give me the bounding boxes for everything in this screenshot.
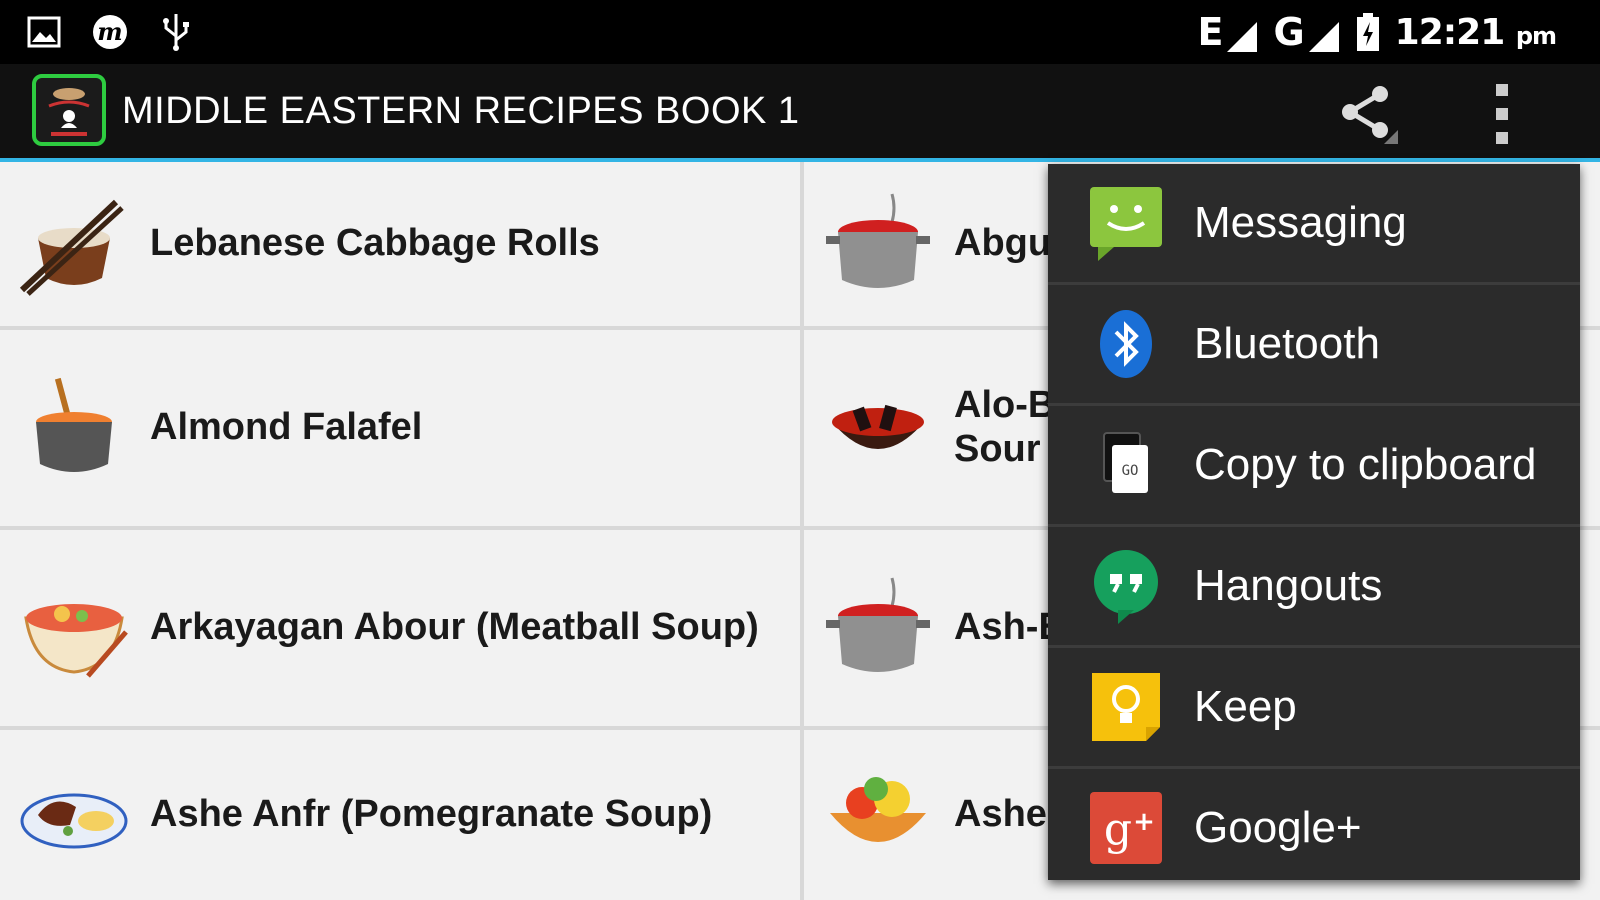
chef-logo-icon[interactable]	[32, 74, 106, 146]
recipe-label: Abgu	[954, 222, 1052, 265]
svg-text:+: +	[1133, 807, 1155, 837]
recipe-label: Ashe	[954, 793, 1047, 836]
share-menu-item-google-plus[interactable]: g + Google+	[1048, 769, 1580, 887]
google-plus-icon: g +	[1090, 792, 1162, 864]
recipe-label-line: Alo-B	[954, 384, 1056, 427]
cooking-pot-icon	[826, 193, 930, 288]
overflow-menu-button[interactable]	[1490, 84, 1514, 144]
noodle-bowl-icon	[24, 604, 128, 678]
share-menu-item-bluetooth[interactable]: Bluetooth	[1048, 285, 1580, 406]
bluetooth-icon	[1100, 310, 1152, 378]
status-bar: m E G 12:21 pm	[0, 0, 1600, 64]
overflow-dot	[1496, 132, 1508, 144]
pot-icon	[36, 377, 112, 472]
recipe-label: Lebanese Cabbage Rolls	[150, 222, 600, 265]
share-menu-item-messaging[interactable]: Messaging	[1048, 164, 1580, 285]
network-type-label: G	[1273, 10, 1305, 54]
share-menu-item-copy-to-clipboard[interactable]: GO Copy to clipboard	[1048, 406, 1580, 527]
share-menu: Messaging Bluetooth GO Copy to clipboard…	[1048, 164, 1580, 880]
plate-icon	[20, 793, 128, 849]
recipe-item[interactable]: Lebanese Cabbage Rolls	[0, 162, 804, 330]
network-type-label: E	[1197, 10, 1224, 54]
cooking-pot-icon	[826, 577, 930, 672]
overflow-dot	[1496, 84, 1508, 96]
bowl-chopsticks-icon	[19, 199, 124, 296]
grill-wok-icon	[832, 404, 924, 449]
recipe-label-line: Sour	[954, 428, 1041, 470]
recipe-label: Arkayagan Abour (Meatball Soup)	[150, 606, 759, 649]
clock-ampm: pm	[1515, 21, 1557, 50]
recipe-label: Ashe Anfr (Pomegranate Soup)	[150, 793, 713, 836]
svg-text:g: g	[1104, 804, 1132, 855]
signal-icon	[1227, 22, 1258, 52]
share-menu-item-label: Bluetooth	[1194, 319, 1380, 368]
overflow-dot	[1496, 108, 1508, 120]
action-bar: MIDDLE EASTERN RECIPES BOOK 1	[0, 64, 1600, 162]
gallery-icon	[24, 12, 64, 52]
usb-icon	[156, 12, 196, 52]
recipe-item[interactable]: Ashe Anfr (Pomegranate Soup)	[0, 730, 804, 900]
recipe-label: Almond Falafel	[150, 406, 423, 449]
network-e-indicator: E	[1198, 10, 1260, 54]
svg-text:m: m	[97, 17, 122, 46]
recipe-item[interactable]: Arkayagan Abour (Meatball Soup)	[0, 530, 804, 730]
fruit-basket-icon	[830, 777, 926, 842]
clock-time: 12:21	[1394, 11, 1506, 53]
share-menu-item-label: Google+	[1194, 803, 1362, 852]
share-menu-item-label: Messaging	[1194, 198, 1407, 247]
m-app-icon: m	[90, 12, 130, 52]
messaging-icon	[1090, 187, 1162, 261]
recipe-label: Alo-B Sour	[954, 384, 1055, 471]
keep-icon	[1092, 673, 1160, 741]
share-menu-item-label: Hangouts	[1194, 561, 1383, 610]
share-icon	[1342, 86, 1398, 144]
signal-icon	[1308, 22, 1339, 52]
share-button[interactable]	[1336, 82, 1400, 146]
share-menu-item-label: Copy to clipboard	[1194, 440, 1537, 489]
hangouts-icon	[1094, 550, 1158, 624]
network-g-indicator: G	[1273, 10, 1340, 54]
app-title: MIDDLE EASTERN RECIPES BOOK 1	[122, 90, 800, 132]
share-menu-item-hangouts[interactable]: Hangouts	[1048, 527, 1580, 648]
share-menu-item-label: Keep	[1194, 682, 1297, 731]
clock: 12:21 pm	[1394, 11, 1557, 53]
battery-charging-icon	[1356, 13, 1379, 51]
recipe-item[interactable]: Almond Falafel	[0, 330, 804, 530]
clipboard-icon: GO	[1103, 432, 1148, 493]
svg-text:GO: GO	[1122, 463, 1139, 479]
share-menu-item-keep[interactable]: Keep	[1048, 648, 1580, 769]
